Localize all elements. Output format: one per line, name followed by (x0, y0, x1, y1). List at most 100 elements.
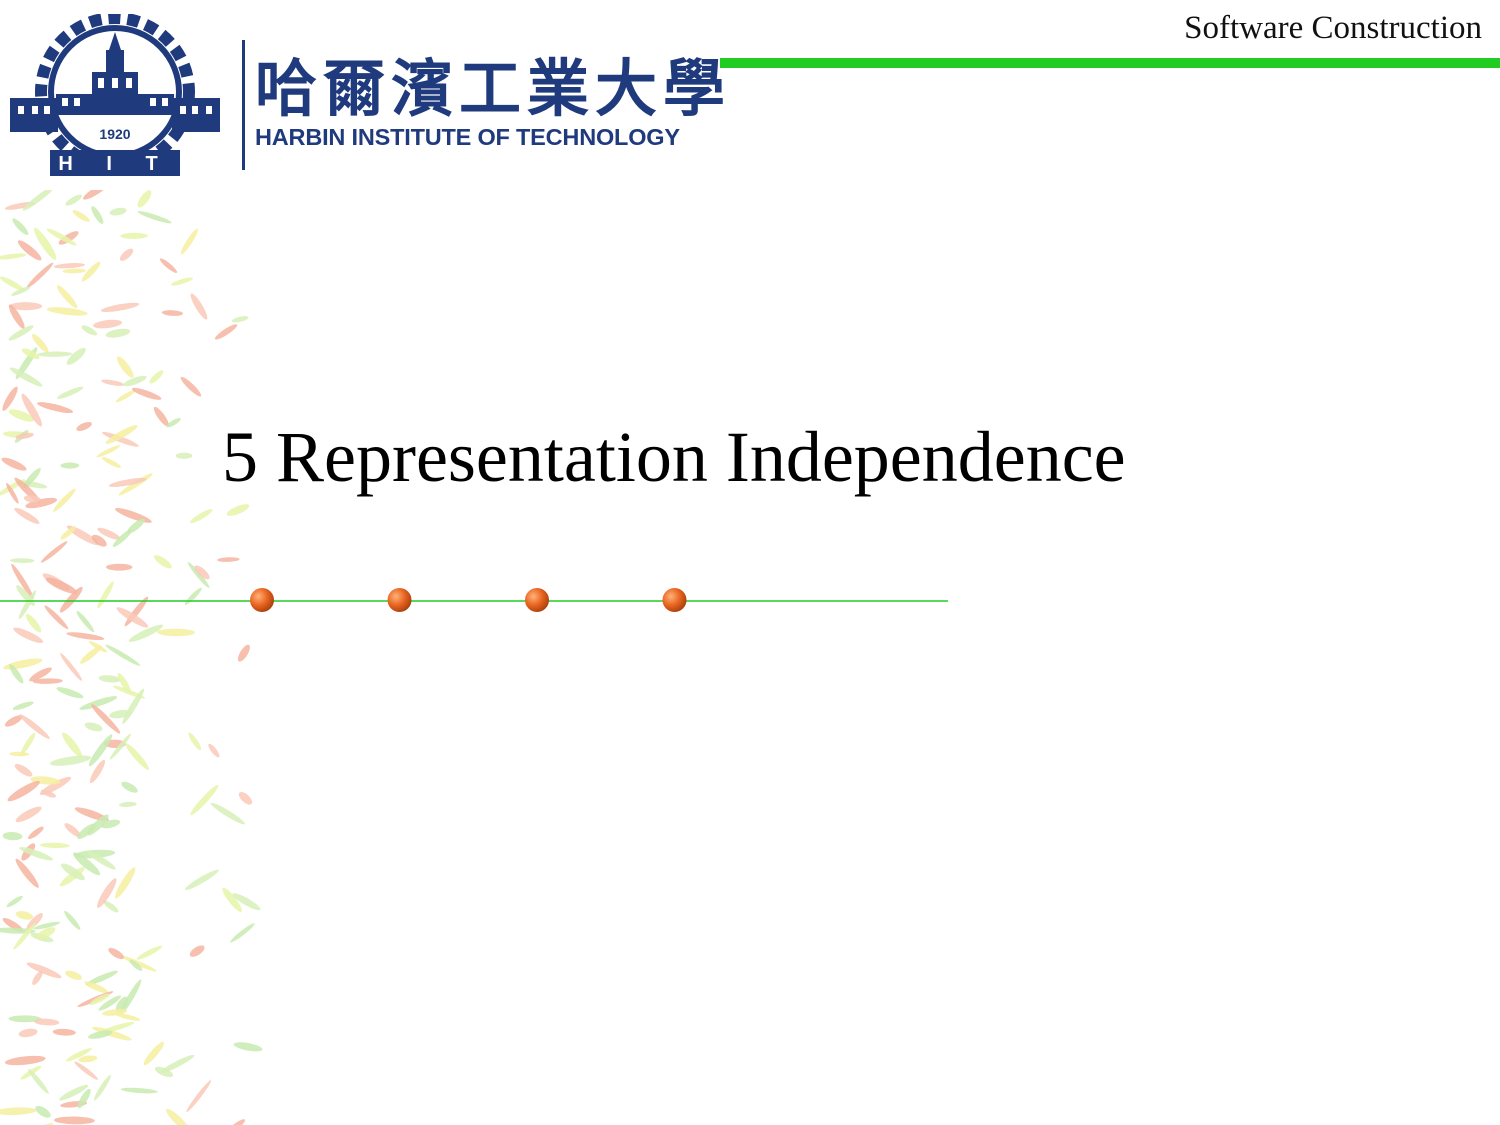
leaf-mark (18, 1028, 38, 1038)
leaf-mark (66, 632, 105, 641)
leaf-mark (190, 784, 219, 816)
leaf-mark (115, 508, 152, 523)
leaf-mark (137, 190, 152, 208)
leaf-mark (226, 504, 250, 516)
leaf-mark (72, 210, 90, 222)
divider-dot (662, 588, 687, 612)
leaf-mark (76, 421, 92, 431)
leaf-mark (156, 628, 196, 637)
leaf-mark (84, 722, 103, 732)
leaf-mark (9, 751, 30, 757)
leaf-mark (171, 277, 194, 286)
leaf-mark (159, 258, 178, 273)
leaf-mark (109, 207, 127, 216)
leaf-mark (230, 923, 255, 943)
leaf-mark (0, 253, 27, 260)
leaf-mark (131, 387, 162, 400)
leaf-mark (65, 970, 82, 980)
leaf-mark (189, 945, 205, 957)
course-label: Software Construction (1184, 10, 1482, 46)
leaf-mark (0, 1107, 37, 1116)
leaf-mark (108, 947, 124, 960)
leaf-mark (65, 194, 83, 206)
leaf-mark (28, 1068, 49, 1094)
leaf-mark (28, 826, 44, 840)
header-accent-bar (720, 58, 1500, 68)
leaf-mark (26, 962, 62, 979)
leaf-mark (93, 319, 123, 329)
leaf-mark (2, 386, 18, 411)
divider-dot (250, 588, 274, 612)
leaf-mark (12, 218, 29, 235)
leaf-mark (53, 1116, 95, 1125)
leaf-mark (7, 780, 40, 802)
leaf-mark (32, 970, 43, 985)
leaf-mark (188, 732, 202, 751)
leaf-mark (186, 1080, 212, 1113)
leaf-mark (83, 190, 108, 200)
hit-gear-emblem-icon: 1920 H I T (10, 14, 220, 176)
leaf-mark (120, 1087, 158, 1094)
leaf-mark (137, 211, 172, 224)
emblem-letters: H I T (58, 153, 171, 175)
leaf-mark (149, 370, 164, 384)
leaf-mark (190, 293, 208, 320)
leaf-mark (52, 1028, 76, 1036)
leaf-mark (40, 541, 68, 563)
leaf-mark (238, 791, 253, 805)
leaf-mark (189, 509, 213, 524)
leaf-mark (120, 955, 157, 972)
leaf-mark (105, 644, 141, 666)
leaf-mark (91, 206, 104, 224)
leaf-mark (237, 644, 250, 662)
leaf-mark (53, 263, 85, 269)
leaf-mark (101, 379, 125, 386)
leaf-mark (100, 302, 140, 313)
leaf-mark (153, 555, 172, 569)
leaf-mark (105, 328, 131, 338)
leaf-mark (232, 316, 249, 323)
leaf-mark (37, 351, 73, 357)
leaf-mark (121, 781, 138, 793)
leaf-mark (74, 1061, 99, 1080)
leaf-mark (64, 910, 81, 930)
leaf-mark (2, 831, 23, 841)
leaf-mark (208, 743, 220, 758)
leaf-mark (4, 1055, 46, 1066)
leaf-mark (26, 262, 54, 289)
leaf-mark (115, 390, 136, 403)
leaf-mark (14, 507, 40, 524)
leaf-mark (56, 386, 84, 399)
leaf-mark (66, 347, 86, 365)
title-divider (0, 588, 948, 612)
leaf-mark (116, 356, 134, 378)
leaf-mark (60, 462, 80, 469)
leaf-mark (35, 1105, 51, 1118)
leaf-mark (115, 1013, 141, 1021)
leaf-mark (49, 755, 92, 766)
leaf-mark (180, 228, 198, 255)
university-name-cn: 哈爾濱工業大學 (255, 52, 732, 125)
slide-title: 5 Representation Independence (222, 417, 1126, 497)
leaf-mark (60, 653, 83, 681)
divider-dot (525, 588, 549, 612)
leaf-mark (143, 1041, 165, 1066)
leaf-mark (1, 457, 27, 471)
leaf-mark (120, 232, 148, 239)
leaf-mark (118, 801, 137, 807)
leaf-mark (10, 558, 35, 563)
leaf-mark (123, 375, 147, 387)
leaf-mark (37, 402, 74, 414)
leaf-mark (175, 452, 193, 459)
leaf-mark (136, 945, 163, 960)
leaf-mark (223, 1119, 246, 1125)
leaf-mark (36, 1122, 54, 1125)
leaf-mark (3, 658, 43, 670)
leaf-mark (233, 1042, 263, 1052)
leaf-mark (21, 393, 42, 427)
leaf-mark (15, 911, 34, 920)
leaf-mark (96, 445, 121, 458)
leaf-mark (46, 307, 88, 316)
leaf-mark (80, 645, 102, 664)
leaf-mark (6, 895, 23, 908)
